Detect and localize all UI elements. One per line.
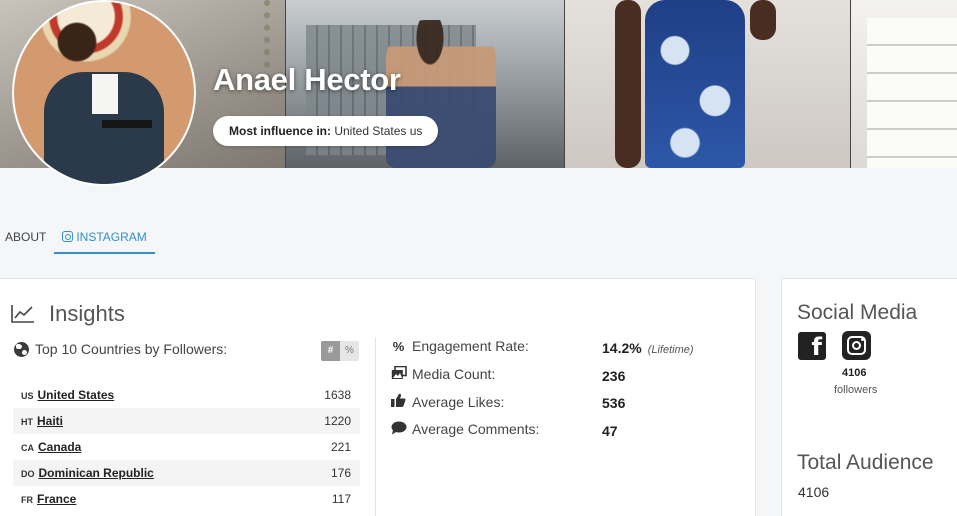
metric-value: 236 xyxy=(602,367,626,384)
influence-value: United States us xyxy=(334,124,423,138)
influence-badge: Most influence in: United States us xyxy=(213,116,439,146)
country-code: US xyxy=(21,391,34,401)
insights-card: Insights Top 10 Countries by Followers: … xyxy=(0,278,756,516)
banner-photo-4 xyxy=(851,0,957,168)
total-audience-value: 4106 xyxy=(798,484,830,500)
insights-title: Insights xyxy=(49,301,125,326)
country-link[interactable]: Haiti xyxy=(37,414,63,428)
metrics-list: % Engagement Rate: 14.2% (Lifetime) Media … xyxy=(391,338,731,448)
country-follower-count: 117 xyxy=(331,492,351,506)
metric-label: Average Likes: xyxy=(412,393,505,410)
facebook-icon[interactable]: f xyxy=(798,332,826,361)
country-link[interactable]: United States xyxy=(38,388,115,402)
count-toggle-button[interactable]: # xyxy=(321,341,340,361)
country-row: DO Dominican Republic 176 xyxy=(13,460,360,486)
instagram-icon xyxy=(62,231,74,242)
tab-about[interactable]: ABOUT xyxy=(0,224,51,254)
count-percent-toggle: # % xyxy=(321,341,359,361)
metric-average-comments: Average Comments: 47 xyxy=(391,421,731,449)
globe-icon xyxy=(14,341,29,357)
metric-engagement-rate: % Engagement Rate: 14.2% (Lifetime) xyxy=(391,338,731,366)
metric-label: Engagement Rate: xyxy=(412,338,529,354)
profile-avatar xyxy=(12,0,196,186)
country-row: CA Canada 221 xyxy=(13,434,360,460)
countries-title: Top 10 Countries by Followers: xyxy=(35,341,228,357)
country-link[interactable]: France xyxy=(37,492,76,506)
social-media-title: Social Media xyxy=(797,301,918,324)
country-link[interactable]: Canada xyxy=(38,440,81,454)
influence-label: Most influence in: xyxy=(229,124,331,138)
tab-instagram[interactable]: INSTAGRAM xyxy=(54,224,155,254)
profile-tabs: ABOUT INSTAGRAM xyxy=(0,224,155,254)
countries-header: Top 10 Countries by Followers: xyxy=(14,341,227,357)
country-row: US United States 1638 xyxy=(13,382,360,408)
country-code: DO xyxy=(21,469,35,479)
country-code: HT xyxy=(21,417,33,427)
countries-list: US United States 1638 HT Haiti 1220 CA Cana… xyxy=(13,382,360,512)
thumbs-up-icon xyxy=(391,393,406,410)
tab-instagram-label: INSTAGRAM xyxy=(76,230,147,244)
country-code: FR xyxy=(21,495,33,505)
banner-photo-3 xyxy=(565,0,850,168)
metric-media-count: Media Count: 236 xyxy=(391,365,731,394)
insights-header: Insights xyxy=(11,301,125,327)
social-media-card: Social Media f 4106 followers Total Audi… xyxy=(781,278,957,516)
followers-count: 4106 xyxy=(842,367,867,379)
percent-icon: % xyxy=(392,338,405,354)
country-row: FR France 117 xyxy=(13,486,360,512)
metric-label: Average Comments: xyxy=(412,421,540,437)
percent-toggle-button[interactable]: % xyxy=(340,341,359,361)
followers-label: followers xyxy=(834,384,878,396)
country-follower-count: 1638 xyxy=(324,388,351,402)
country-row: HT Haiti 1220 xyxy=(13,408,360,434)
metric-label: Media Count: xyxy=(412,366,496,382)
country-link[interactable]: Dominican Republic xyxy=(39,466,154,480)
column-divider xyxy=(375,337,376,516)
metric-value: 14.2% xyxy=(602,340,642,356)
country-code: CA xyxy=(21,443,34,453)
country-follower-count: 176 xyxy=(330,466,351,480)
country-follower-count: 1220 xyxy=(324,414,351,428)
comment-icon xyxy=(391,421,407,438)
metric-average-likes: Average Likes: 536 xyxy=(391,393,731,421)
profile-name: Anael Hector xyxy=(213,62,401,97)
metric-value: 47 xyxy=(602,422,618,439)
total-audience-title: Total Audience xyxy=(797,451,934,474)
tab-about-label: ABOUT xyxy=(5,230,47,244)
metric-note: (Lifetime) xyxy=(647,344,694,356)
country-follower-count: 221 xyxy=(330,440,351,454)
instagram-icon[interactable] xyxy=(842,331,871,360)
line-chart-icon xyxy=(11,305,34,323)
images-icon xyxy=(391,365,407,383)
metric-value: 536 xyxy=(602,395,626,411)
